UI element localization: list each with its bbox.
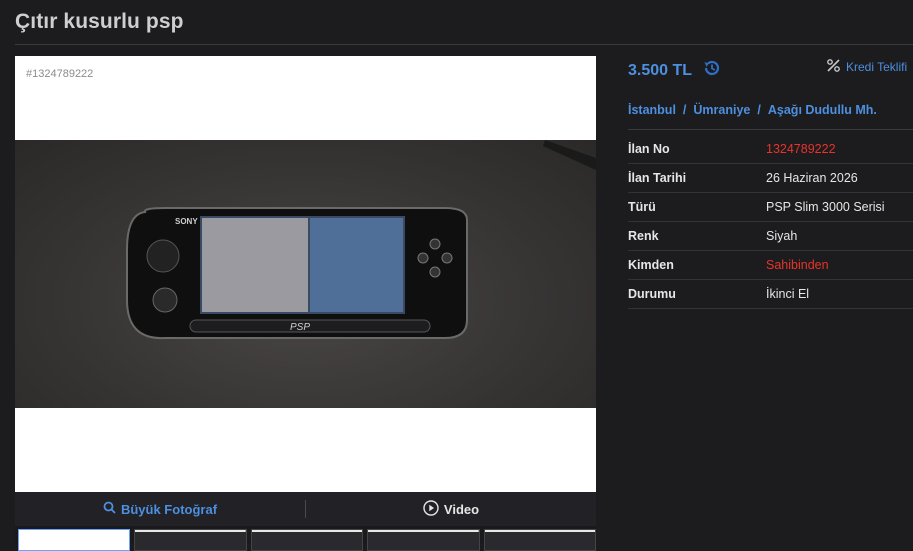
- photo-id-label: #1324789222: [26, 68, 94, 80]
- detail-value: 1324789222: [766, 142, 836, 156]
- percent-icon: [826, 58, 841, 76]
- thumbnail[interactable]: [483, 529, 597, 551]
- tab-video[interactable]: Video: [306, 499, 596, 519]
- analog-stick: [152, 287, 178, 313]
- magnifier-icon: [103, 501, 116, 517]
- psp-photo-illustration: SONY PSP: [126, 140, 596, 340]
- price-block: 3.500 TL: [628, 58, 722, 83]
- breadcrumb: İstanbul / Ümraniye / Aşağı Dudullu Mh.: [628, 103, 877, 117]
- detail-value: Sahibinden: [766, 258, 829, 272]
- detail-row: İlan Tarihi 26 Haziran 2026: [628, 164, 913, 193]
- location-neighborhood[interactable]: Aşağı Dudullu Mh.: [768, 103, 877, 117]
- detail-row: Renk Siyah: [628, 222, 913, 251]
- title-divider: [15, 44, 913, 45]
- detail-value: PSP Slim 3000 Serisi: [766, 200, 885, 214]
- detail-key: Türü: [628, 200, 656, 214]
- credit-offer-link[interactable]: Kredi Teklifi: [826, 58, 907, 76]
- dpad: [146, 239, 180, 273]
- detail-value: 26 Haziran 2026: [766, 171, 858, 185]
- tab-video-label: Video: [443, 501, 480, 517]
- location-district[interactable]: Ümraniye: [693, 103, 750, 117]
- detail-row: Durumu İkinci El: [628, 280, 913, 309]
- psp-logo: PSP: [290, 322, 310, 333]
- sony-logo: SONY: [175, 217, 198, 226]
- thumbnail[interactable]: [367, 529, 480, 551]
- tab-large-photo-label: Büyük Fotoğraf: [120, 501, 218, 517]
- detail-key: Durumu: [628, 287, 676, 301]
- credit-offer-label: Kredi Teklifi: [846, 60, 908, 74]
- detail-key: İlan No: [628, 142, 670, 156]
- thumbnail-strip: [15, 526, 597, 551]
- cable-shape: [543, 140, 596, 170]
- tab-large-photo[interactable]: Büyük Fotoğraf: [15, 501, 305, 517]
- detail-value: İkinci El: [766, 287, 810, 301]
- photo-tabs: Büyük Fotoğraf Video: [15, 492, 596, 526]
- location-city[interactable]: İstanbul: [628, 103, 676, 117]
- screen-reflection: [202, 218, 308, 312]
- thumbnail[interactable]: [18, 529, 131, 551]
- detail-row: Kimden Sahibinden: [628, 251, 913, 280]
- thumbnail[interactable]: [250, 529, 364, 551]
- detail-key: İlan Tarihi: [628, 171, 687, 185]
- detail-row: Türü PSP Slim 3000 Serisi: [628, 193, 913, 222]
- photo-viewer[interactable]: #1324789222 SONY PSP: [15, 56, 596, 492]
- location-divider: [628, 129, 913, 130]
- price-value: 3.500 TL: [628, 61, 693, 79]
- listing-details: İlan No 1324789222 İlan Tarihi 26 Hazira…: [628, 135, 913, 309]
- detail-row: İlan No 1324789222: [628, 135, 913, 164]
- thumbnail[interactable]: [134, 529, 247, 551]
- detail-value: Siyah: [766, 229, 798, 243]
- history-icon[interactable]: [702, 58, 722, 83]
- detail-key: Kimden: [628, 258, 674, 272]
- listing-title: Çıtır kusurlu psp: [15, 10, 184, 33]
- screen-right: [310, 218, 403, 312]
- detail-key: Renk: [628, 229, 659, 243]
- main-photo[interactable]: SONY PSP: [15, 140, 596, 408]
- play-icon: [423, 499, 439, 519]
